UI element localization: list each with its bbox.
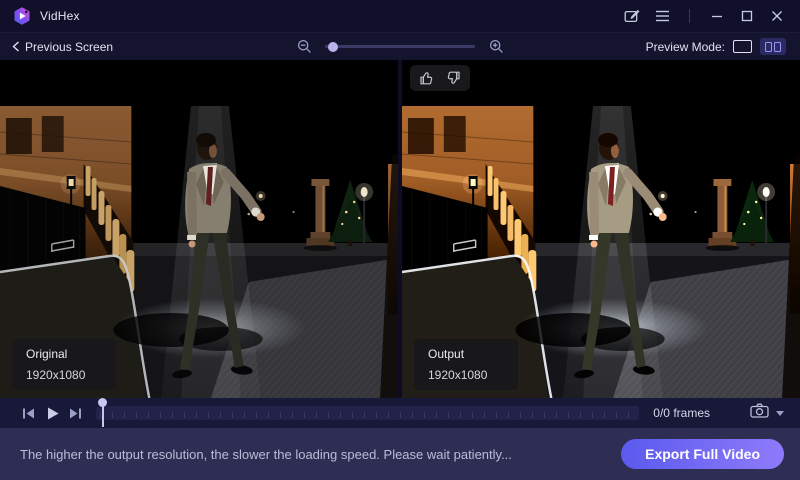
- app-title: VidHex: [40, 9, 80, 23]
- maximize-icon[interactable]: [736, 5, 758, 27]
- original-label: Original: [26, 347, 68, 361]
- back-chevron-icon: [12, 41, 19, 52]
- split-right-pane: [774, 41, 781, 52]
- titlebar-divider: [689, 9, 690, 23]
- play-icon[interactable]: [40, 402, 64, 424]
- previous-screen-label: Previous Screen: [25, 39, 114, 54]
- output-resolution: 1920x1080: [428, 368, 488, 382]
- menu-icon[interactable]: [651, 5, 673, 27]
- comparison-stage: Original 1920x1080 Output 1920x1080: [0, 60, 800, 398]
- status-message: The higher the output resolution, the sl…: [20, 446, 512, 462]
- frames-counter: 0/0 frames: [653, 406, 710, 420]
- feedback-pill: [410, 65, 470, 91]
- output-info-box: Output 1920x1080: [414, 339, 518, 390]
- timeline-track[interactable]: [96, 398, 640, 427]
- preview-mode-label: Preview Mode:: [645, 39, 725, 54]
- playhead-handle[interactable]: [98, 398, 108, 428]
- split-view-icon[interactable]: [760, 38, 786, 55]
- previous-screen-button[interactable]: Previous Screen: [12, 40, 113, 54]
- minimize-icon[interactable]: [706, 5, 728, 27]
- original-info-box: Original 1920x1080: [12, 339, 116, 390]
- toolbar: Previous Screen Preview Mode:: [0, 32, 800, 60]
- app-logo-icon: [12, 6, 32, 26]
- split-left-pane: [765, 41, 772, 52]
- close-icon[interactable]: [766, 5, 788, 27]
- zoom-slider[interactable]: [325, 41, 475, 52]
- zoom-slider-thumb[interactable]: [328, 41, 338, 52]
- thumbs-down-icon[interactable]: [445, 70, 461, 86]
- status-bar: The higher the output resolution, the sl…: [0, 428, 800, 480]
- playback-bar: 0/0 frames: [0, 398, 800, 428]
- previous-frame-icon[interactable]: [16, 402, 40, 424]
- playhead-stem: [101, 405, 104, 427]
- panel-output: Output 1920x1080: [402, 60, 800, 398]
- zoom-out-icon[interactable]: [293, 36, 315, 58]
- feedback-edit-icon[interactable]: [621, 5, 643, 27]
- output-label: Output: [428, 347, 465, 361]
- thumbs-up-icon[interactable]: [419, 70, 435, 86]
- next-frame-icon[interactable]: [64, 402, 88, 424]
- screenshot-control: [750, 403, 784, 423]
- preview-mode-controls: Preview Mode:: [646, 38, 786, 55]
- original-resolution: 1920x1080: [26, 368, 86, 382]
- single-view-icon[interactable]: [733, 40, 752, 53]
- zoom-in-icon[interactable]: [485, 36, 507, 58]
- app-window: VidHex Previous Screen Preview Mode: Ori…: [0, 0, 800, 480]
- zoom-controls: [293, 36, 507, 58]
- panel-original: Original 1920x1080: [0, 60, 398, 398]
- titlebar: VidHex: [0, 0, 800, 32]
- export-full-video-button[interactable]: Export Full Video: [621, 439, 784, 469]
- dropdown-caret-icon[interactable]: [776, 410, 784, 416]
- screenshot-camera-icon[interactable]: [750, 403, 769, 423]
- titlebar-actions: [621, 5, 788, 27]
